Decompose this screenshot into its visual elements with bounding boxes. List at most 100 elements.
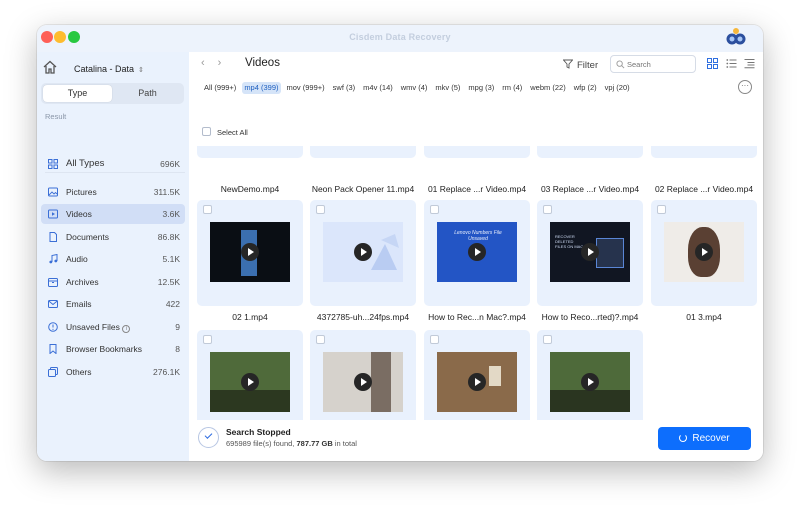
title-bar: Cisdem Data Recovery bbox=[37, 25, 763, 52]
view-mode-segmented-control: Type Path bbox=[41, 83, 184, 104]
play-icon[interactable] bbox=[354, 243, 372, 261]
grid-view-icon[interactable] bbox=[707, 58, 718, 69]
filetab-mkv[interactable]: mkv (5) bbox=[433, 82, 462, 94]
file-name: How to Rec...n Mac?.mp4 bbox=[428, 312, 526, 322]
video-thumbnail bbox=[323, 222, 403, 282]
videos-icon bbox=[48, 209, 58, 219]
sidebar-item-all-types[interactable]: All Types 696K bbox=[41, 154, 185, 174]
file-card[interactable] bbox=[424, 146, 530, 158]
filetab-rm[interactable]: rm (4) bbox=[500, 82, 524, 94]
file-card[interactable] bbox=[197, 146, 303, 158]
main-panel: ‹ › Videos Filter All (999+) mp4 (399) mov … bbox=[189, 52, 763, 461]
file-card[interactable] bbox=[197, 200, 303, 306]
sidebar-item-label: Unsaved Files i bbox=[66, 322, 131, 333]
sidebar-item-documents[interactable]: Documents 86.8K bbox=[41, 227, 185, 247]
info-icon[interactable]: i bbox=[122, 325, 131, 333]
recover-label: Recover bbox=[692, 433, 730, 444]
video-thumbnail bbox=[210, 352, 290, 412]
sidebar-item-count: 12.5K bbox=[157, 277, 180, 287]
file-card[interactable] bbox=[651, 200, 757, 306]
file-checkbox[interactable] bbox=[316, 335, 325, 344]
filetab-mpg[interactable]: mpg (3) bbox=[466, 82, 496, 94]
sidebar-item-count: 86.8K bbox=[157, 232, 180, 242]
file-card[interactable] bbox=[310, 146, 416, 158]
search-icon bbox=[616, 60, 625, 69]
file-card[interactable] bbox=[537, 146, 643, 158]
filetab-mov[interactable]: mov (999+) bbox=[285, 82, 327, 94]
thumbnail-detail bbox=[371, 352, 391, 412]
sidebar-item-videos[interactable]: Videos 3.6K bbox=[41, 204, 185, 224]
file-checkbox[interactable] bbox=[430, 335, 439, 344]
file-checkbox[interactable] bbox=[543, 335, 552, 344]
tab-path[interactable]: Path bbox=[113, 85, 182, 102]
file-checkbox[interactable] bbox=[430, 205, 439, 214]
play-icon[interactable] bbox=[241, 243, 259, 261]
filetab-mp4[interactable]: mp4 (399) bbox=[242, 82, 281, 94]
file-name: How to Reco...rted)?.mp4 bbox=[541, 312, 639, 322]
sidebar-item-emails[interactable]: Emails 422 bbox=[41, 294, 185, 314]
play-icon[interactable] bbox=[468, 243, 486, 261]
filetab-all[interactable]: All (999+) bbox=[202, 82, 238, 94]
sidebar-item-count: 311.5K bbox=[153, 187, 180, 197]
play-icon[interactable] bbox=[581, 243, 599, 261]
list-view-icon[interactable] bbox=[726, 58, 737, 69]
play-icon[interactable] bbox=[241, 373, 259, 391]
play-icon[interactable] bbox=[468, 373, 486, 391]
more-options-icon[interactable]: ··· bbox=[738, 80, 752, 94]
file-card[interactable] bbox=[310, 200, 416, 306]
filetab-swf[interactable]: swf (3) bbox=[331, 82, 358, 94]
search-input[interactable] bbox=[627, 58, 693, 70]
unsaved-files-label: Unsaved Files bbox=[66, 322, 120, 332]
tab-type[interactable]: Type bbox=[43, 85, 112, 102]
detail-view-icon[interactable] bbox=[744, 58, 755, 69]
thumbnail-detail bbox=[596, 238, 624, 268]
video-thumbnail: Lenovo Numbers File Unsaved bbox=[437, 222, 517, 282]
filetab-m4v[interactable]: m4v (14) bbox=[361, 82, 395, 94]
filetab-wmv[interactable]: wmv (4) bbox=[399, 82, 430, 94]
file-checkbox[interactable] bbox=[316, 205, 325, 214]
checkmark-icon bbox=[198, 427, 219, 448]
play-icon[interactable] bbox=[354, 373, 372, 391]
video-thumbnail bbox=[550, 352, 630, 412]
recover-icon bbox=[679, 434, 688, 442]
drive-selector[interactable]: Catalina - Data ⇕ bbox=[74, 64, 144, 74]
sidebar-item-archives[interactable]: Archives 12.5K bbox=[41, 272, 185, 292]
total-size: 787.77 GB bbox=[296, 439, 333, 448]
back-arrow-icon[interactable]: ‹ bbox=[201, 57, 205, 69]
app-logo-icon bbox=[726, 28, 746, 45]
found-text: file(s) found, bbox=[253, 439, 295, 448]
archives-icon bbox=[48, 278, 58, 287]
file-card[interactable] bbox=[651, 146, 757, 158]
forward-arrow-icon[interactable]: › bbox=[218, 57, 222, 69]
video-thumbnail bbox=[437, 352, 517, 412]
filter-label: Filter bbox=[577, 60, 599, 71]
sidebar-item-pictures[interactable]: Pictures 311.5K bbox=[41, 182, 185, 202]
recover-button[interactable]: Recover bbox=[658, 427, 751, 450]
file-checkbox[interactable] bbox=[657, 205, 666, 214]
filetab-vpj[interactable]: vpj (20) bbox=[603, 82, 632, 94]
play-icon[interactable] bbox=[581, 373, 599, 391]
filter-button[interactable]: Filter bbox=[563, 59, 598, 71]
checkbox[interactable] bbox=[202, 127, 211, 136]
sidebar-item-browser-bookmarks[interactable]: Browser Bookmarks 8 bbox=[41, 339, 185, 359]
home-icon[interactable] bbox=[43, 60, 57, 74]
file-card[interactable]: Lenovo Numbers File Unsaved bbox=[424, 200, 530, 306]
sidebar-item-others[interactable]: Others 276.1K bbox=[41, 362, 185, 382]
sidebar-item-count: 9 bbox=[175, 322, 180, 332]
file-checkbox[interactable] bbox=[203, 335, 212, 344]
page-title: Videos bbox=[245, 57, 280, 69]
filetab-webm[interactable]: webm (22) bbox=[528, 82, 567, 94]
file-grid: NewDemo.mp4 Neon Pack Opener 11.mp4 01 R… bbox=[189, 146, 763, 441]
sidebar-divider bbox=[45, 172, 185, 173]
file-checkbox[interactable] bbox=[203, 205, 212, 214]
sidebar-item-label: Documents bbox=[66, 232, 109, 242]
documents-icon bbox=[49, 232, 57, 242]
file-card[interactable]: RECOVER DELETED FILES ON MAC bbox=[537, 200, 643, 306]
sidebar-item-unsaved-files[interactable]: Unsaved Files i 9 bbox=[41, 317, 185, 337]
file-checkbox[interactable] bbox=[543, 205, 552, 214]
select-all-checkbox[interactable]: Select All bbox=[202, 127, 248, 137]
sidebar-item-audio[interactable]: Audio 5.1K bbox=[41, 249, 185, 269]
file-name: 03 Replace ...r Video.mp4 bbox=[540, 184, 640, 194]
filetab-wfp[interactable]: wfp (2) bbox=[572, 82, 599, 94]
play-icon[interactable] bbox=[695, 243, 713, 261]
